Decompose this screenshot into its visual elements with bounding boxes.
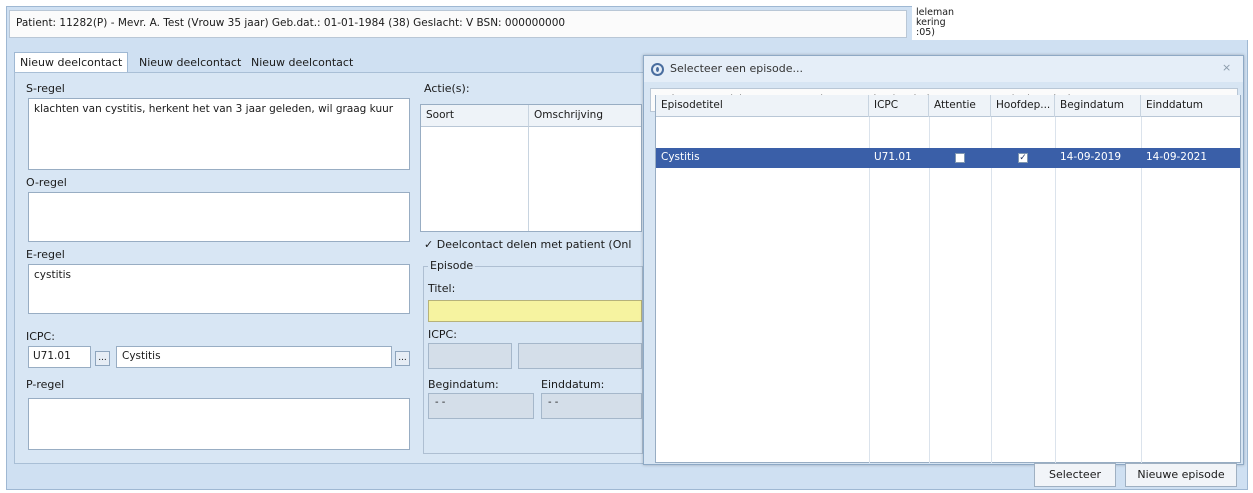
episode-end-field: - -: [541, 393, 642, 419]
icpc-desc-lookup-button[interactable]: ...: [395, 351, 410, 366]
episode-icpc-code-field: [428, 343, 512, 369]
share-with-patient-checkbox[interactable]: ✓ Deelcontact delen met patient (Onl: [424, 238, 644, 251]
tab-deelcontact-3[interactable]: Nieuw deelcontact: [245, 52, 359, 72]
episode-title-label: Titel:: [428, 282, 456, 295]
col-icpc[interactable]: ICPC: [869, 95, 929, 117]
actions-col-omschrijving[interactable]: Omschrijving: [529, 105, 641, 127]
icpc-code-lookup-button[interactable]: ...: [95, 351, 110, 366]
e-regel-label: E-regel: [26, 248, 65, 261]
p-regel-field[interactable]: [28, 398, 410, 450]
icpc-code-field[interactable]: U71.01: [28, 346, 91, 368]
icpc-description-field[interactable]: Cystitis: [116, 346, 392, 368]
grid-col-line: [869, 117, 870, 463]
actions-col-divider: [528, 127, 529, 231]
new-episode-button[interactable]: Nieuwe episode: [1125, 463, 1237, 487]
attentie-checkbox[interactable]: [955, 153, 965, 163]
episode-start-label: Begindatum:: [428, 378, 499, 391]
grid-col-line: [929, 117, 930, 463]
grid-col-line: [991, 117, 992, 463]
side-note-line: leleman: [916, 7, 955, 18]
cell-episodetitel: Cystitis: [661, 151, 700, 163]
check-icon: ✓: [424, 238, 434, 251]
s-regel-label: S-regel: [26, 82, 65, 95]
episode-end-label: Einddatum:: [541, 378, 605, 391]
share-with-patient-label: Deelcontact delen met patient (Onl: [436, 238, 632, 251]
tab-deelcontact-1[interactable]: Nieuw deelcontact: [14, 52, 129, 72]
col-attentie[interactable]: Attentie: [929, 95, 991, 117]
hoofdepisode-checkbox[interactable]: ✓: [1018, 153, 1028, 163]
dialog-title: Selecteer een episode...: [670, 62, 803, 75]
cell-begindatum: 14-09-2019: [1060, 151, 1122, 163]
col-einddatum[interactable]: Einddatum: [1141, 95, 1240, 117]
actions-col-soort[interactable]: Soort: [421, 105, 529, 127]
o-regel-label: O-regel: [26, 176, 67, 189]
s-regel-field[interactable]: klachten van cystitis, herkent het van 3…: [28, 98, 410, 170]
col-begindatum[interactable]: Begindatum: [1055, 95, 1141, 117]
dialog-title-bar: Selecteer een episode...: [644, 56, 1243, 82]
actions-label: Actie(s):: [424, 82, 470, 95]
check-icon: ✓: [1019, 153, 1027, 163]
side-note-line: :05): [916, 27, 935, 38]
episode-start-field: - -: [428, 393, 534, 419]
grid-col-line: [1141, 117, 1142, 463]
col-episodetitel[interactable]: Episodetitel: [656, 95, 869, 117]
icpc-label: ICPC:: [26, 330, 55, 343]
cell-icpc: U71.01: [874, 151, 912, 163]
episode-icpc-label: ICPC:: [428, 328, 457, 341]
col-hoofdepisode[interactable]: Hoofdep...: [991, 95, 1055, 117]
cell-einddatum: 14-09-2021: [1146, 151, 1208, 163]
o-regel-field[interactable]: [28, 192, 410, 242]
p-regel-label: P-regel: [26, 378, 65, 391]
episode-title-field[interactable]: [428, 300, 642, 322]
grid-col-line: [1055, 117, 1056, 463]
app-icon-dot: [656, 67, 659, 72]
episode-legend: Episode: [428, 259, 476, 272]
tab-deelcontact-2[interactable]: Nieuw deelcontact: [133, 52, 247, 72]
side-note: leleman kering :05): [912, 6, 1248, 40]
patient-info-bar: Patient: 11282(P) - Mevr. A. Test (Vrouw…: [9, 10, 907, 38]
e-regel-field[interactable]: cystitis: [28, 264, 410, 314]
close-icon[interactable]: ×: [1222, 61, 1231, 74]
select-button[interactable]: Selecteer: [1034, 463, 1116, 487]
episode-icpc-desc-field: [518, 343, 642, 369]
side-note-line: kering: [916, 17, 946, 28]
app-icon: [651, 63, 664, 76]
